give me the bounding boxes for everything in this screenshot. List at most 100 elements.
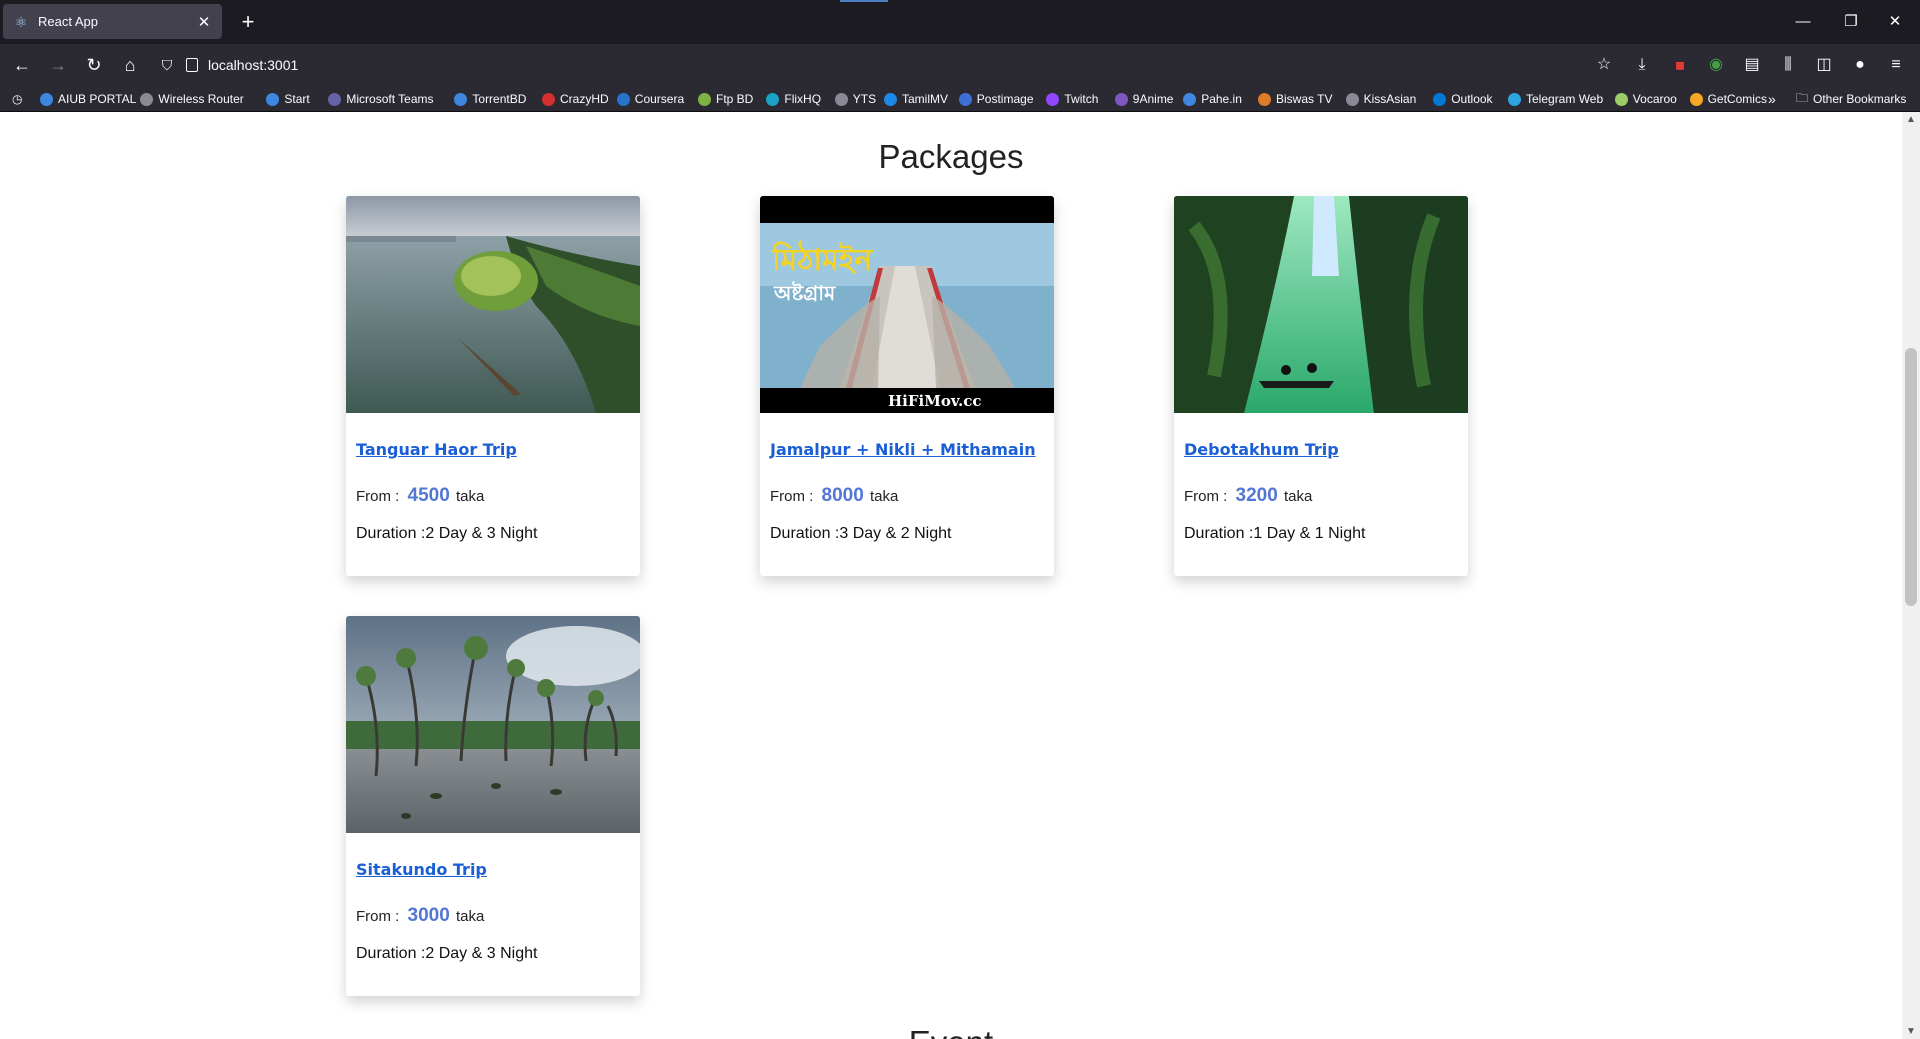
bookmark-crazyhd[interactable]: CrazyHD [542,89,609,109]
tab-strip: ⚛ React App ✕ + — ❐ ✕ [0,0,1920,44]
image-overlay-bengali-title: মিঠামইন [771,240,873,278]
package-card: Tanguar Haor Trip From : 4500 taka Durat… [346,196,640,576]
package-title-link[interactable]: Sitakundo Trip [356,860,640,879]
bookmark-label: Telegram Web [1526,92,1604,106]
history-icon[interactable]: ◷ [12,89,22,109]
bookmark-outlook[interactable]: Outlook [1433,89,1493,109]
price-line: From : 3000 taka [356,905,640,927]
package-title-link[interactable]: Debotakhum Trip [1184,440,1468,459]
bookmark-favicon-icon [1258,92,1271,106]
bookmark-favicon-icon [1183,92,1197,106]
currency-label: taka [869,488,899,505]
duration-value: 2 Day & 3 Night [425,525,538,542]
bookmark-favicon-icon [1046,92,1060,106]
bookmark-label: CrazyHD [560,92,609,106]
forward-button[interactable]: → [44,51,72,79]
shield-icon[interactable]: ⛉ [158,51,176,79]
price-prefix: From : [770,488,814,505]
duration-prefix: Duration : [356,945,426,962]
bookmark-ftp-bd[interactable]: Ftp BD [698,89,753,109]
currency-label: taka [1283,488,1313,505]
bookmark-torrentbd[interactable]: TorrentBD [454,89,526,109]
scroll-down-icon[interactable]: ▼ [1902,1026,1920,1037]
bookmark-9anime[interactable]: 9Anime [1114,89,1173,109]
reload-button[interactable]: ↻ [80,51,108,79]
new-tab-button[interactable]: + [234,8,262,36]
bookmark-flixhq[interactable]: FlixHQ [766,89,821,109]
price-prefix: From : [356,488,400,505]
bookmark-coursera[interactable]: Coursera [616,89,684,109]
bookmark-yts[interactable]: YTS [834,89,876,109]
close-tab-icon[interactable]: ✕ [192,13,216,31]
close-window-button[interactable]: ✕ [1872,10,1918,34]
package-card: Debotakhum Trip From : 3200 taka Duratio… [1174,196,1468,576]
bookmark-label: Ftp BD [716,92,754,106]
bookmark-pahe-in[interactable]: Pahe.in [1183,89,1242,109]
sidebar-icon[interactable]: ◫ [1810,51,1838,79]
bookmark-label: Pahe.in [1201,92,1242,106]
package-title-link[interactable]: Tanguar Haor Trip [356,440,640,459]
bookmark-telegram-web[interactable]: Telegram Web [1508,89,1603,109]
bookmark-star-icon[interactable]: ☆ [1590,51,1618,79]
library-icon[interactable]: ⫼ [1774,51,1802,79]
bookmark-postimage[interactable]: Postimage [958,89,1034,109]
scroll-up-icon[interactable]: ▲ [1902,114,1920,125]
bookmark-favicon-icon [958,92,972,106]
page-viewport: Packages Tanguar Haor Trip From : 4500 t… [0,112,1902,1039]
bookmark-twitch[interactable]: Twitch [1046,89,1098,109]
bookmark-favicon-icon [1689,92,1703,106]
restore-button[interactable]: ❐ [1828,10,1874,34]
bookmark-label: AIUB PORTAL [58,92,137,106]
duration-value: 3 Day & 2 Night [839,525,952,542]
scrollbar-thumb[interactable] [1905,348,1917,606]
bookmarks-toolbar: ◷ AIUB PORTAL Wireless Router Start Microso… [0,86,1920,112]
bookmark-aiub-portal[interactable]: AIUB PORTAL [40,89,136,109]
price-value: 4500 [407,485,450,506]
bookmark-favicon-icon [40,92,53,106]
menu-icon[interactable]: ≡ [1882,51,1910,79]
home-button[interactable]: ⌂ [116,51,144,79]
package-card: মিঠামইন অষ্টগ্রাম HiFiMov.cc Jamalpur + … [760,196,1054,576]
price-prefix: From : [1184,488,1228,505]
bookmark-label: GetComics [1707,92,1767,106]
price-value: 8000 [821,485,864,506]
extension-icon[interactable]: ◉ [1702,51,1730,79]
price-line: From : 8000 taka [770,485,1054,507]
folder-icon: 🗀 [1796,90,1809,105]
bookmark-wireless-router[interactable]: Wireless Router [140,89,244,109]
package-title-link[interactable]: Jamalpur + Nikli + Mithamain [770,440,1054,459]
bookmark-biswas-tv[interactable]: Biswas TV [1258,89,1332,109]
bookmark-vocaroo[interactable]: Vocaroo [1614,89,1677,109]
extension-icon[interactable]: ▤ [1738,51,1766,79]
bookmark-label: Outlook [1451,92,1493,106]
page-scrollbar[interactable]: ▲ ▼ [1902,112,1920,1039]
bookmark-kissasian[interactable]: KissAsian [1345,89,1417,109]
bookmark-label: KissAsian [1363,92,1417,106]
bookmark-getcomics[interactable]: GetComics [1689,89,1767,109]
bookmark-favicon-icon [542,92,555,106]
other-bookmarks-folder[interactable]: 🗀 Other Bookmarks [1796,89,1906,109]
packages-heading: Packages [878,138,1024,175]
bookmark-favicon-icon [266,92,280,106]
back-button[interactable]: ← [8,51,36,79]
image-overlay-watermark: HiFiMov.cc [888,392,982,410]
bookmarks-overflow-icon[interactable]: » [1768,89,1776,109]
bookmark-microsoft-teams[interactable]: Microsoft Teams [328,89,434,109]
bookmark-favicon-icon [1433,92,1447,106]
price-value: 3200 [1235,485,1278,506]
bookmark-favicon-icon [140,92,154,106]
bookmark-label: FlixHQ [784,92,822,106]
bookmark-favicon-icon [1614,92,1628,106]
minimize-button[interactable]: — [1780,10,1826,34]
account-icon[interactable]: ● [1846,51,1874,79]
tab-react-app[interactable]: ⚛ React App ✕ [3,4,222,39]
bookmark-start[interactable]: Start [266,89,310,109]
package-image-sitakundo [346,616,640,833]
downloads-icon[interactable]: ⤓ [1628,51,1656,79]
address-bar[interactable]: ⛉ localhost:3001 [158,50,1578,80]
package-card: Sitakundo Trip From : 3000 taka Duration… [346,616,640,996]
package-image-tanguar-haor [346,196,640,413]
navigation-toolbar: ← → ↻ ⌂ ⛉ localhost:3001 ☆ ⤓ ◼ ◉ ▤ ⫼ ◫ ●… [0,44,1920,86]
ublock-icon[interactable]: ◼ [1666,51,1694,79]
bookmark-tamilmv[interactable]: TamilMV [884,89,948,109]
